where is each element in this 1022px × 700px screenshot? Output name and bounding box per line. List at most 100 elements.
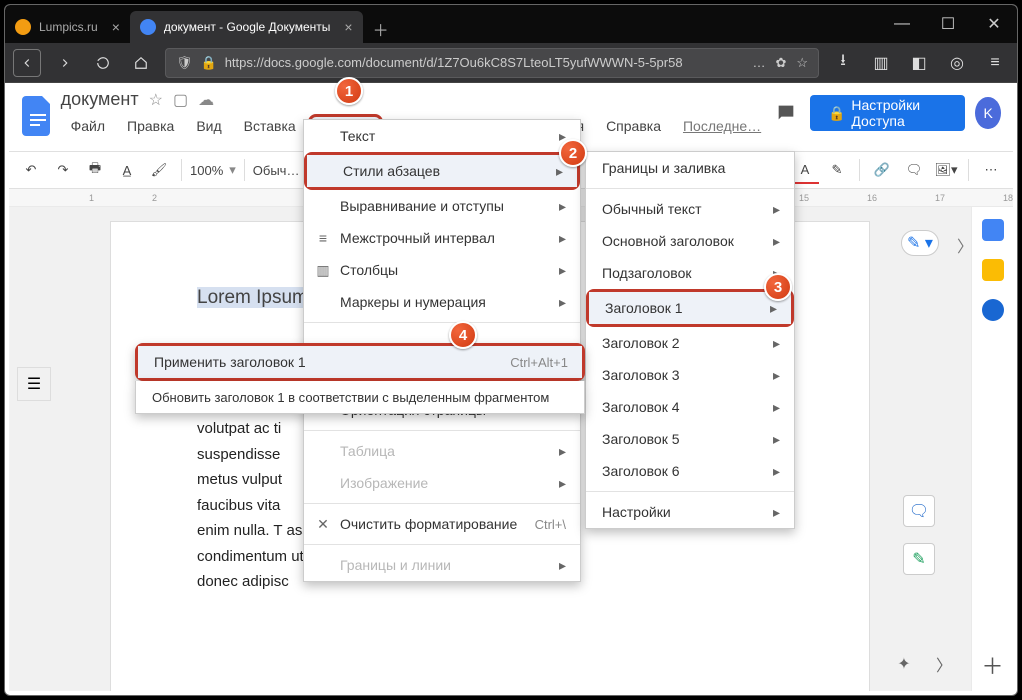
ruler-tick: 2 [152, 193, 157, 203]
print-button[interactable]: 🖶 [81, 156, 109, 184]
share-button[interactable]: 🔒 Настройки Доступа [810, 95, 965, 131]
menu-item-align[interactable]: Выравнивание и отступы▸ [304, 190, 580, 222]
menu-item-label: Заголовок 4 [602, 399, 680, 415]
cloud-status-icon[interactable]: ☁ [198, 90, 214, 110]
window-minimize-button[interactable]: ― [879, 5, 925, 43]
insert-link-button[interactable]: 🔗 [868, 156, 896, 184]
menu-insert[interactable]: Вставка [234, 114, 306, 144]
tasks-addon-icon[interactable] [982, 299, 1004, 321]
url-ellipsis-icon[interactable]: … [752, 55, 765, 71]
chevron-right-icon: ▸ [559, 198, 566, 215]
side-panel: ＋ [971, 207, 1013, 691]
menu-item-options[interactable]: Настройки▸ [586, 496, 794, 528]
menu-item-normal-text[interactable]: Обычный текст▸ [586, 193, 794, 225]
extension-icon[interactable]: ◎ [943, 49, 971, 77]
menu-item-borders-fill[interactable]: Границы и заливка [586, 152, 794, 184]
zoom-value[interactable]: 100% [190, 163, 223, 178]
sidebar-icon[interactable]: ◧ [905, 49, 933, 77]
browser-tab-1[interactable]: Lumpics.ru × [5, 11, 130, 43]
menu-item-label: Стили абзацев [343, 163, 440, 179]
insert-image-button[interactable]: 🖼▾ [932, 156, 960, 184]
menu-shortcut: Ctrl+Alt+1 [510, 355, 568, 370]
comments-button[interactable] [771, 95, 800, 131]
reload-button[interactable] [89, 49, 117, 77]
menu-item-heading-1[interactable]: Заголовок 1▸ [589, 292, 791, 324]
new-tab-button[interactable]: ＋ [367, 15, 395, 43]
paint-format-button[interactable]: 🖌 [145, 156, 173, 184]
menu-item-title[interactable]: Основной заголовок▸ [586, 225, 794, 257]
outline-button[interactable]: ☰ [17, 367, 51, 401]
shield-right-icon[interactable]: ✿ [775, 55, 786, 71]
address-bar[interactable]: 🛡 🔒 https://docs.google.com/document/d/1… [165, 48, 819, 78]
explore-button[interactable]: ✦ [889, 649, 919, 679]
add-comment-floating-button[interactable]: 🗨 [903, 495, 935, 527]
account-avatar[interactable]: K [975, 97, 1001, 129]
suggest-edit-floating-button[interactable]: ✎ [903, 543, 935, 575]
window-maximize-button[interactable]: ☐ [925, 5, 971, 43]
menu-recent[interactable]: Последне… [673, 114, 771, 144]
insert-comment-button[interactable]: 🗨 [900, 156, 928, 184]
ruler-tick: 17 [935, 193, 945, 203]
callout-badge-3: 3 [764, 273, 792, 301]
editing-mode-button[interactable]: ✎ ▾ [901, 230, 939, 256]
close-tab-1-icon[interactable]: × [112, 19, 120, 35]
doc-heading: Lorem Ipsum [197, 287, 308, 308]
text-color-button[interactable]: A [791, 156, 819, 184]
menu-item-heading-5[interactable]: Заголовок 5 ▸ [586, 423, 794, 455]
move-doc-icon[interactable]: ▢ [173, 90, 188, 110]
collapse-side-panel-button[interactable]: 〉 [957, 233, 973, 257]
menu-item-apply-heading-1[interactable]: Применить заголовок 1Ctrl+Alt+1 [138, 346, 582, 378]
menu-item-label: Заголовок 3 [602, 367, 680, 383]
chevron-right-icon: ▸ [773, 504, 780, 521]
add-addon-button[interactable]: ＋ [981, 649, 1003, 681]
menu-item-line-spacing[interactable]: ≡Межстрочный интервал▸ [304, 222, 580, 254]
menu-item-heading-6[interactable]: Заголовок 6▸ [586, 455, 794, 487]
forward-button[interactable] [51, 49, 79, 77]
star-icon[interactable]: ☆ [796, 55, 808, 71]
line-spacing-icon: ≡ [314, 230, 332, 246]
menu-item-text[interactable]: Текст▸ [304, 120, 580, 152]
menu-edit[interactable]: Правка [117, 114, 184, 144]
spellcheck-button[interactable]: A̲ [113, 156, 141, 184]
close-tab-2-icon[interactable]: × [344, 19, 352, 35]
downloads-icon[interactable]: ⭳ [829, 49, 857, 77]
toolbar-more-button[interactable]: ⋯ [977, 156, 1005, 184]
hide-side-panel-button[interactable]: 〉 [929, 649, 959, 679]
menu-item-update-heading-1[interactable]: Обновить заголовок 1 в соответствии с вы… [136, 381, 584, 413]
window-close-button[interactable]: ✕ [971, 5, 1017, 43]
doc-title[interactable]: документ [61, 89, 139, 110]
menu-item-heading-4[interactable]: Заголовок 4▸ [586, 391, 794, 423]
menu-icon[interactable]: ≡ [981, 49, 1009, 77]
tab-1-title: Lumpics.ru [39, 20, 98, 34]
chevron-right-icon: ▸ [773, 463, 780, 480]
chevron-right-icon: ▸ [773, 201, 780, 218]
docs-logo[interactable] [21, 89, 55, 143]
menu-item-subtitle[interactable]: Подзаголовок▸ [586, 257, 794, 289]
library-icon[interactable]: ▥ [867, 49, 895, 77]
back-button[interactable] [13, 49, 41, 77]
menu-item-clear-formatting[interactable]: ✕Очистить форматированиеCtrl+\ [304, 508, 580, 540]
menu-item-bullets[interactable]: Маркеры и нумерация▸ [304, 286, 580, 318]
menu-view[interactable]: Вид [186, 114, 231, 144]
home-button[interactable] [127, 49, 155, 77]
chevron-right-icon: ▸ [773, 431, 780, 448]
chevron-right-icon: ▸ [559, 557, 566, 574]
calendar-addon-icon[interactable] [982, 219, 1004, 241]
menu-item-label: Маркеры и нумерация [340, 294, 486, 310]
menu-item-heading-3[interactable]: Заголовок 3▸ [586, 359, 794, 391]
star-doc-icon[interactable]: ☆ [149, 90, 163, 110]
menu-item-paragraph-styles[interactable]: Стили абзацев▸ [307, 155, 577, 187]
keep-addon-icon[interactable] [982, 259, 1004, 281]
browser-tab-2[interactable]: документ - Google Документы × [130, 11, 363, 43]
undo-button[interactable]: ↶ [17, 156, 45, 184]
highlight-button[interactable]: ✎ [823, 156, 851, 184]
menu-item-label: Заголовок 5 [602, 431, 680, 447]
style-selector[interactable]: Обыч… [253, 163, 300, 178]
redo-button[interactable]: ↷ [49, 156, 77, 184]
menu-help[interactable]: Справка [596, 114, 671, 144]
callout-badge-4: 4 [449, 321, 477, 349]
menu-item-heading-2[interactable]: Заголовок 2▸ [586, 327, 794, 359]
menu-file[interactable]: Файл [61, 114, 115, 144]
menu-item-columns[interactable]: ▥Столбцы▸ [304, 254, 580, 286]
menu-item-label: Таблица [340, 443, 395, 459]
